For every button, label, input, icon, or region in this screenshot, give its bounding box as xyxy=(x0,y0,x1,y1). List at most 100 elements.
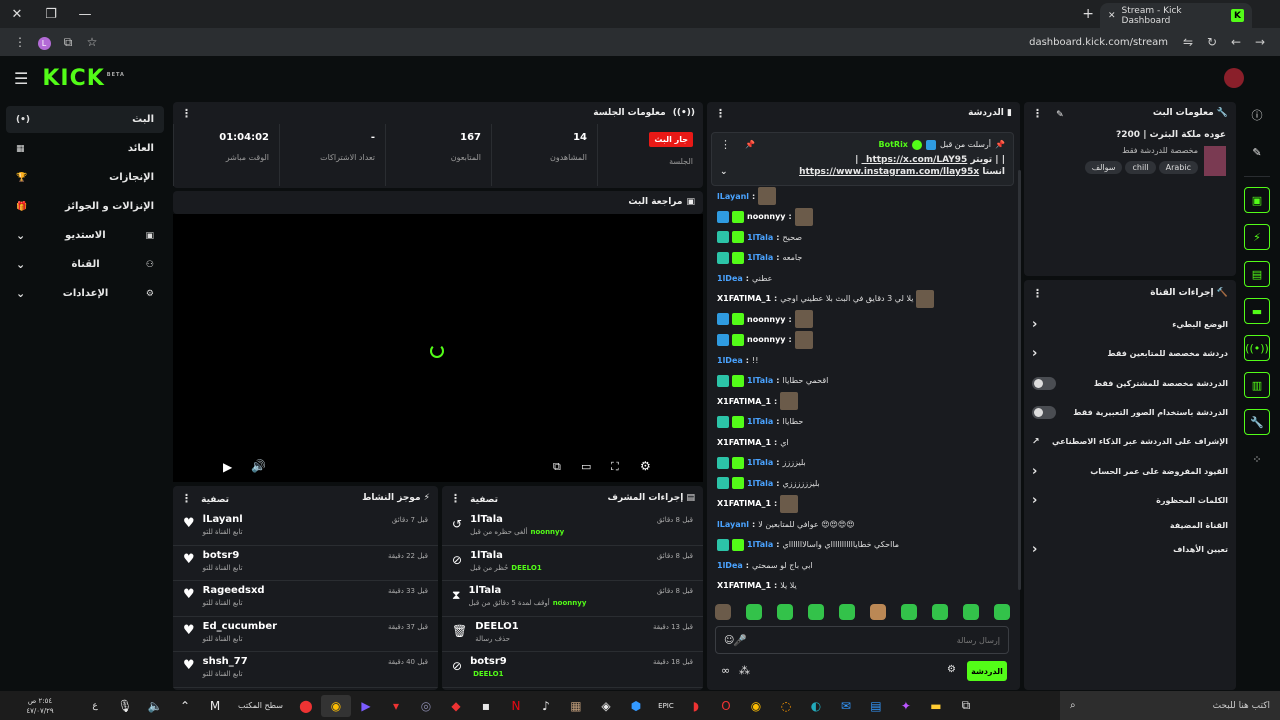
info-icon[interactable]: ⓘ xyxy=(1244,102,1270,128)
chat-message[interactable]: noonnyy: xyxy=(707,309,1020,330)
copilot-icon[interactable]: ✦ xyxy=(891,695,921,717)
mod-action-row[interactable]: 🗑 DEELO1 حذف رسالة قبل 13 دقيقة xyxy=(442,617,703,652)
stream-info-menu-icon[interactable]: ⋮ xyxy=(1032,107,1043,120)
pinned-menu-icon[interactable]: ⋮ xyxy=(720,138,731,151)
activity-row[interactable]: ♥ Ed_cucumber تابع القناة للتو قبل 37 دقيقة xyxy=(173,617,438,652)
taskbar-search[interactable]: اكتب هنا للبحث ⌕ xyxy=(1060,691,1280,720)
mod-action-target[interactable]: DEELO1 xyxy=(473,670,503,678)
bookmark-star-icon[interactable]: ☆ xyxy=(80,35,104,49)
community-icon[interactable]: ⁂ xyxy=(739,664,750,677)
mod-action-target[interactable]: DEELO1 xyxy=(511,564,541,572)
user-avatar[interactable] xyxy=(1224,68,1244,88)
activity-row[interactable]: ♥ Rageedsxd تابع القناة للتو قبل 33 دقيقة xyxy=(173,581,438,617)
chat-username[interactable]: noonnyy xyxy=(747,335,786,344)
activity-row[interactable]: ♥ shsh_77 تابع القناة للتو قبل 40 دقيقة xyxy=(173,652,438,688)
chat-message[interactable]: 1lTala: جامعه xyxy=(707,248,1020,269)
chrome-taskbar-icon[interactable]: ◉ xyxy=(320,694,351,717)
epic-icon[interactable]: EPIC xyxy=(651,695,681,717)
mic-icon[interactable]: 🎤 xyxy=(733,634,747,647)
chat-message[interactable]: 1lTala: حطاياا xyxy=(707,412,1020,433)
app-icon-10[interactable]: ▦ xyxy=(561,695,591,717)
chat-message[interactable]: lLayanl: xyxy=(707,186,1020,207)
chat-username[interactable]: 1lTala xyxy=(747,417,773,426)
chat-message[interactable]: 1lTala: اقحمي حطاياا xyxy=(707,371,1020,392)
menu-icon[interactable]: ⋮ xyxy=(8,35,32,49)
activity-row[interactable]: ♥ botsr9 تابع القناة للتو قبل 22 دقيقة xyxy=(173,546,438,581)
chat-username[interactable]: X1FATIMA_1 xyxy=(717,499,771,508)
nav-item-1[interactable]: ▦ العائد xyxy=(6,135,164,162)
activity-menu-icon[interactable]: ⋮ xyxy=(181,492,192,505)
channel-action-toggle[interactable] xyxy=(1032,406,1056,420)
channel-action-row[interactable]: الوضع البطيء ‹ xyxy=(1024,310,1236,339)
chat-username[interactable]: noonnyy xyxy=(747,315,786,324)
hamburger-menu-icon[interactable]: ☰ xyxy=(14,69,28,88)
speaker-tray-icon[interactable]: 🔈 xyxy=(140,695,170,717)
close-tab-icon[interactable]: ✕ xyxy=(1108,11,1116,21)
chat-username[interactable]: 1lDea xyxy=(717,561,743,570)
notes-icon[interactable]: ▤ xyxy=(1244,261,1270,287)
mod-action-row[interactable]: ⊘ 1lTala حُظر من قبل DEELO1 قبل 8 دقائق xyxy=(442,546,703,581)
emote-3-icon[interactable] xyxy=(808,604,824,620)
app-icon-14[interactable]: ◗ xyxy=(681,695,711,717)
chat-message[interactable]: 1lDea:!! xyxy=(707,350,1020,371)
channel-action-row[interactable]: الدردشة مخصصة للمشتركين فقط xyxy=(1024,369,1236,398)
app-icon-6[interactable]: ◆ xyxy=(441,695,471,717)
stream-tag[interactable]: سوالف xyxy=(1084,161,1123,174)
external-link-icon[interactable]: ↗ xyxy=(1032,437,1040,447)
infinity-icon[interactable]: ∞ xyxy=(721,664,730,677)
tools-icon[interactable]: 🔧 xyxy=(1244,409,1270,435)
layout-icon[interactable]: ▥ xyxy=(1244,372,1270,398)
chat-message[interactable]: 1lDea: ابي باج لو سمحتي xyxy=(707,555,1020,576)
meet-tray-icon[interactable]: M xyxy=(200,695,230,717)
channel-action-row[interactable]: الكلمات المحظورة ‹ xyxy=(1024,486,1236,515)
chat-settings-icon[interactable]: ⚙ xyxy=(947,664,956,675)
nav-item-2[interactable]: 🏆 الإنجازات xyxy=(6,164,164,191)
chat-message[interactable]: 1lTala: صحيح xyxy=(707,227,1020,248)
nav-item-6[interactable]: ⌄ الإعدادات ⚙ xyxy=(6,280,164,307)
chat-message[interactable]: lLayanl: 😍😍😍😍 عوافي للمتابعين لا xyxy=(707,514,1020,535)
mod-action-username[interactable]: 1lTala xyxy=(470,514,564,525)
emote-7-icon[interactable] xyxy=(932,604,948,620)
activity-username[interactable]: lLayanl xyxy=(203,514,243,525)
channel-actions-menu-icon[interactable]: ⋮ xyxy=(1032,287,1043,300)
volume-icon[interactable]: 🔊 xyxy=(251,459,266,473)
reload-icon[interactable]: ↻ xyxy=(1200,35,1224,49)
chat-username[interactable]: X1FATIMA_1 xyxy=(717,294,771,303)
tiktok-icon[interactable]: ♪ xyxy=(531,695,561,717)
netflix-icon[interactable]: N xyxy=(501,695,531,717)
chat-username[interactable]: noonnyy xyxy=(747,212,786,221)
chat-username[interactable]: X1FATIMA_1 xyxy=(717,438,771,447)
minimize-window-icon[interactable]: — xyxy=(68,0,102,28)
pinned-link-x[interactable]: https://x.com/LAY95_ xyxy=(862,155,968,165)
broadcast-icon[interactable]: ((•)) xyxy=(1244,335,1270,361)
chat-username[interactable]: 1lTala xyxy=(747,540,773,549)
emote-1-icon[interactable] xyxy=(746,604,762,620)
mod-action-row[interactable]: ⊘ botsr9 DEELO1 قبل 18 دقيقة xyxy=(442,652,703,688)
theater-mode-icon[interactable]: ▭ xyxy=(581,460,591,473)
channel-action-row[interactable]: الدردشة باستخدام الصور التعبيرية فقط xyxy=(1024,398,1236,427)
chat-username[interactable]: 1lTala xyxy=(747,233,773,242)
desktop-label[interactable]: سطح المكتب xyxy=(238,701,283,710)
mod-action-row[interactable]: ↺ 1lTala ألغى حظره من قبل noonnyy قبل 8 دقائ… xyxy=(442,510,703,546)
send-chat-button[interactable]: الدردشة xyxy=(967,661,1007,681)
new-tab-icon[interactable]: + xyxy=(1082,6,1094,22)
mod-actions-filter-button[interactable]: تصفية xyxy=(470,495,498,505)
chevron-left-icon[interactable]: ‹ xyxy=(1032,346,1037,361)
channel-action-toggle[interactable] xyxy=(1032,376,1056,390)
mod-action-username[interactable]: 1lTala xyxy=(468,585,586,596)
chat-message[interactable]: X1FATIMA_1: يلا لي 3 دقايق في البث بلا عط… xyxy=(707,289,1020,310)
emote-9-icon[interactable] xyxy=(994,604,1010,620)
chevron-left-icon[interactable]: ‹ xyxy=(1032,542,1037,557)
chat-message[interactable]: X1FATIMA_1: يلا يلا xyxy=(707,576,1020,597)
url-field[interactable]: dashboard.kick.com/stream xyxy=(104,37,1176,48)
nav-item-0[interactable]: (•) البث xyxy=(6,106,164,133)
nav-item-4[interactable]: ⌄ الاستديو ▣ xyxy=(6,222,164,249)
picture-in-picture-icon[interactable]: ⧉ xyxy=(553,460,561,474)
pinned-by-user[interactable]: BotRix xyxy=(878,140,907,149)
stream-tag[interactable]: chill xyxy=(1125,161,1156,174)
activity-username[interactable]: Ed_cucumber xyxy=(203,621,277,632)
chat-message[interactable]: X1FATIMA_1: اي xyxy=(707,432,1020,453)
chevron-left-icon[interactable]: ‹ xyxy=(1032,493,1037,508)
browser-tab[interactable]: ✕ Stream - Kick Dashboard K xyxy=(1100,3,1252,28)
app-icon-7[interactable]: ▪ xyxy=(471,695,501,717)
